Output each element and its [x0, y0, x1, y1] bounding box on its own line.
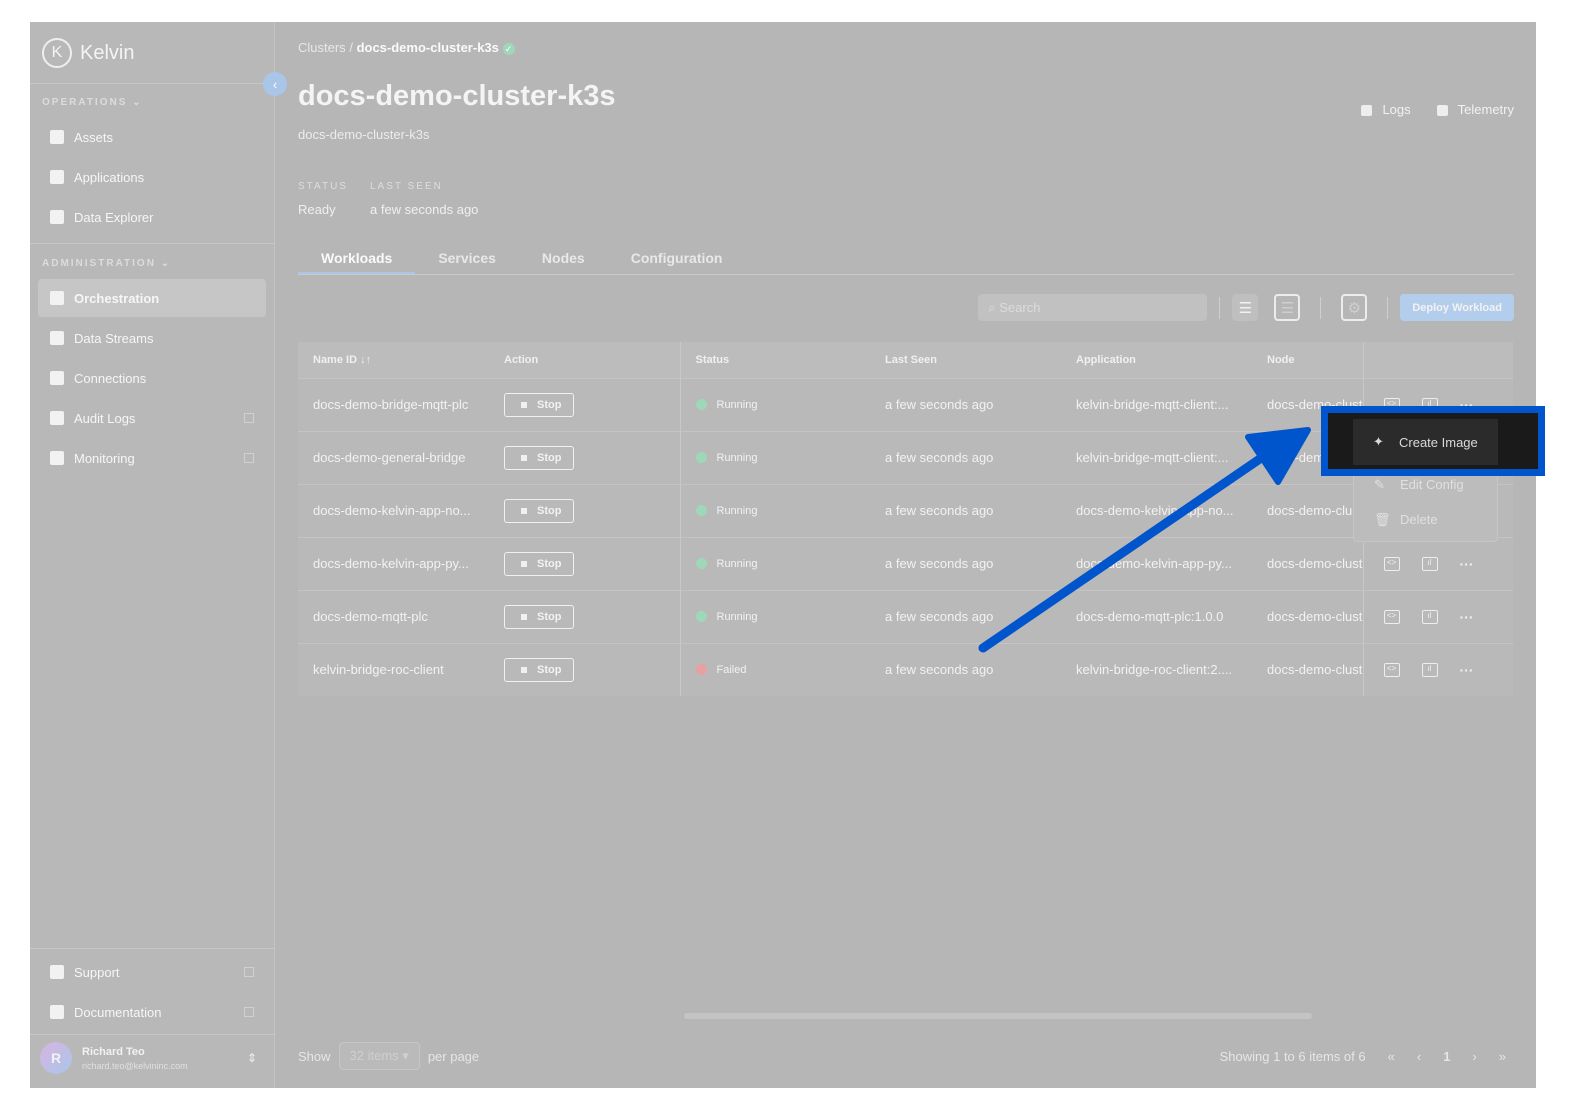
annotation-arrow	[0, 0, 1580, 1120]
